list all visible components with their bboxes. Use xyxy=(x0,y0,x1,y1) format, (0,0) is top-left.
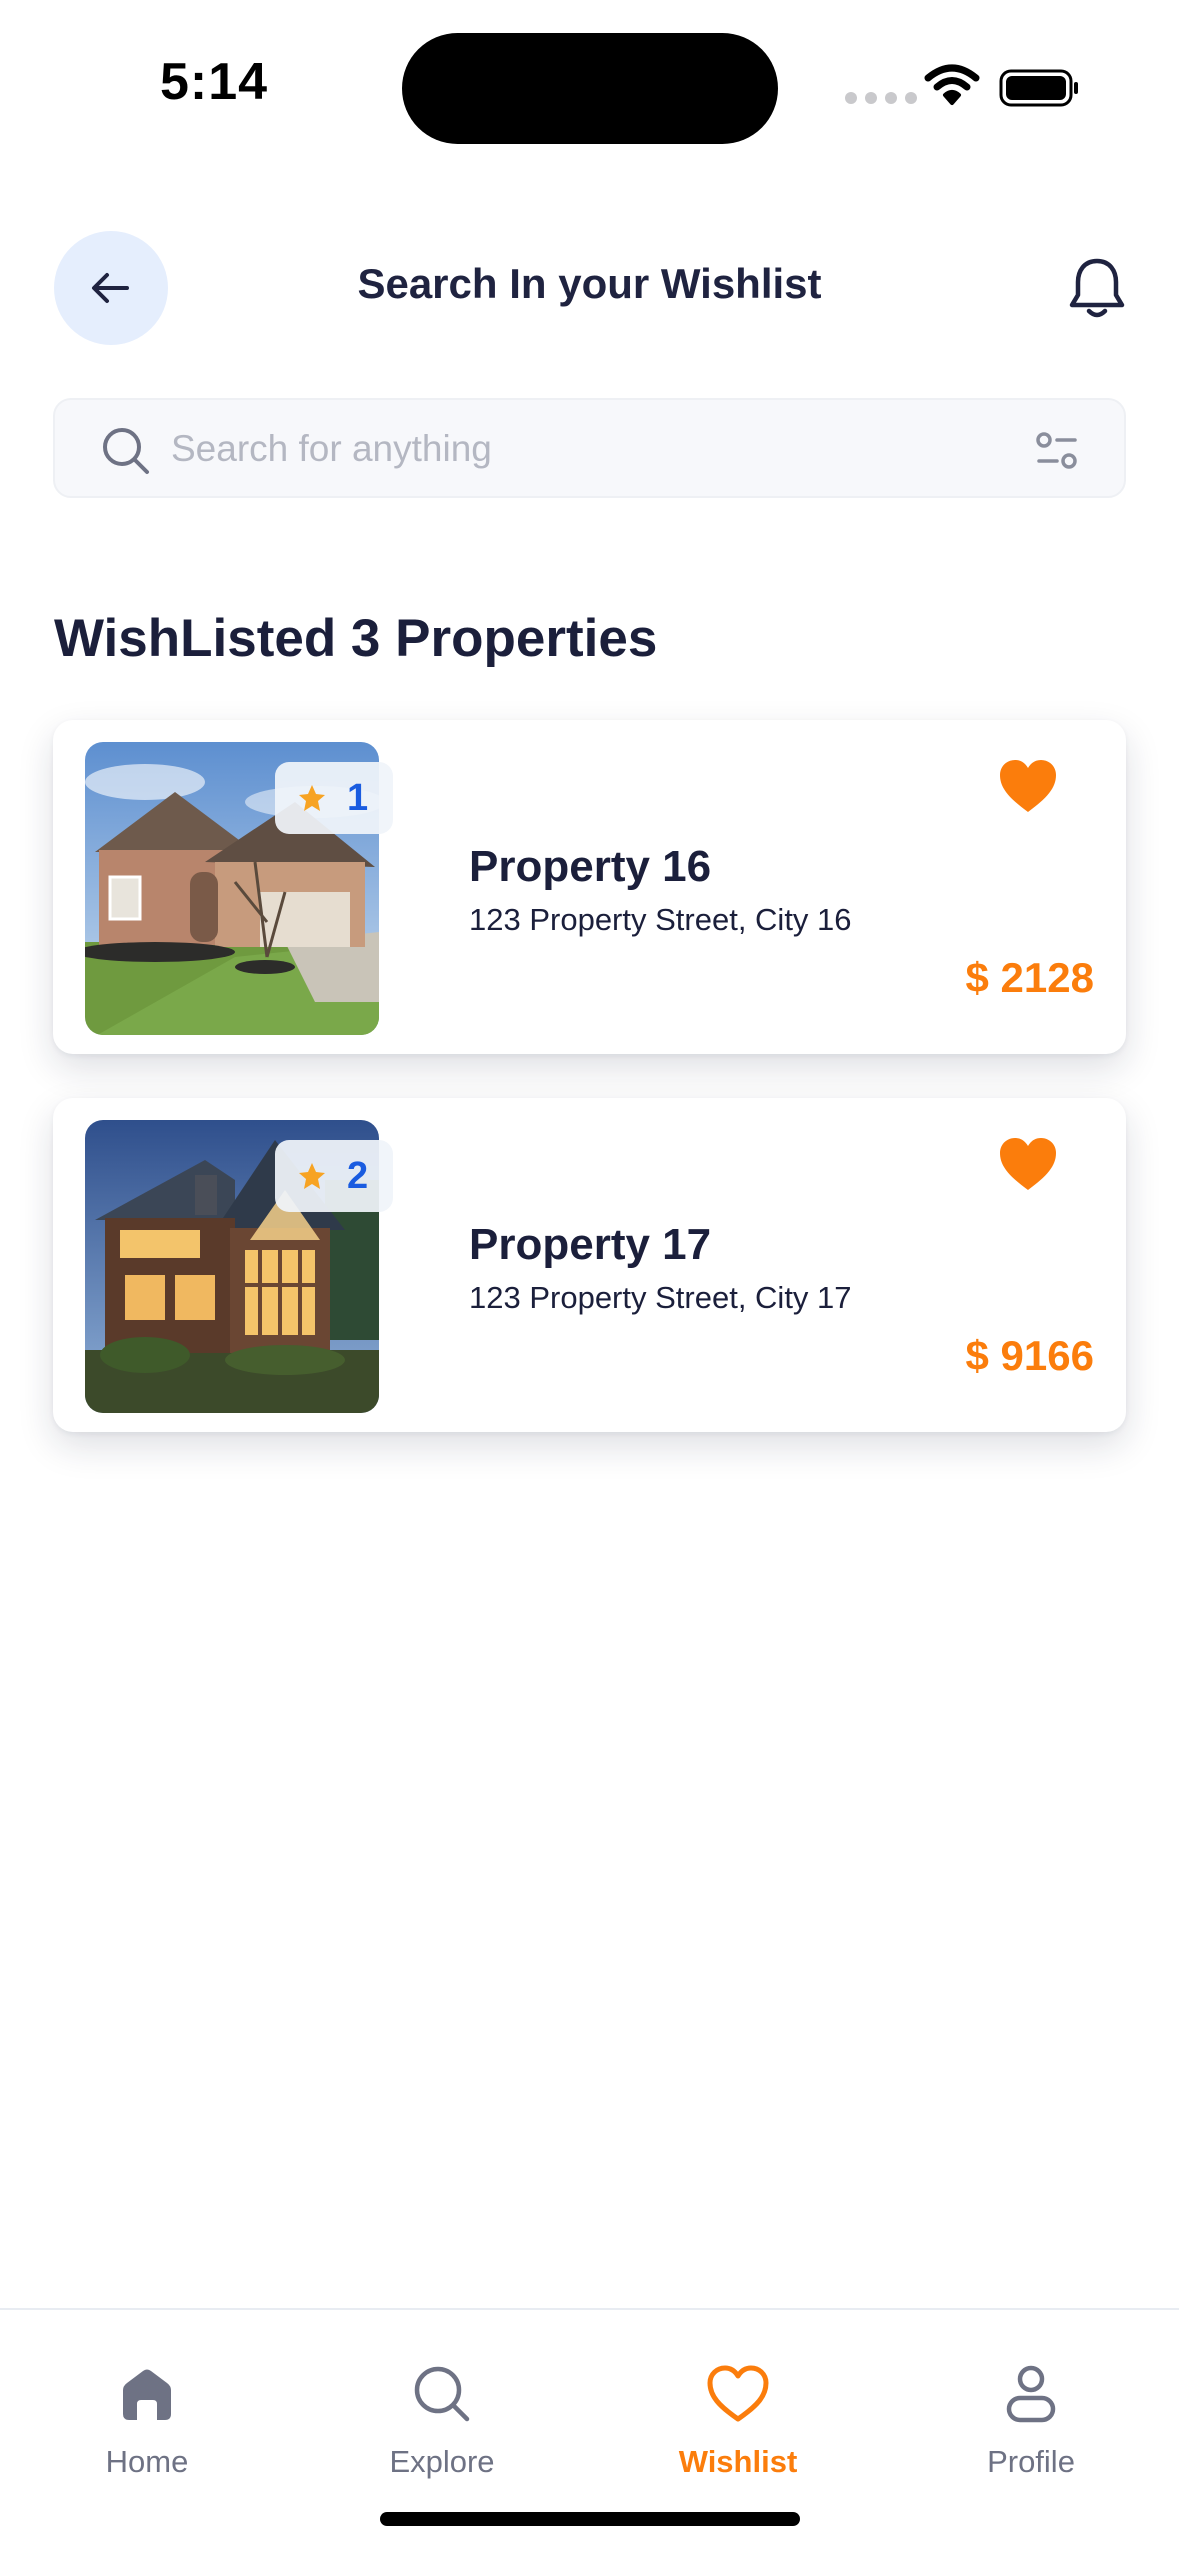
property-name: Property 16 xyxy=(469,842,712,891)
tab-label: Wishlist xyxy=(678,2444,798,2479)
tab-wishlist[interactable]: Wishlist xyxy=(648,2358,828,2480)
property-card[interactable]: 1 Property 16 123 Property Street, City … xyxy=(53,720,1126,1054)
filter-sliders-icon[interactable] xyxy=(1035,430,1079,472)
user-icon xyxy=(1006,2365,1056,2423)
property-card[interactable]: 2 Property 17 123 Property Street, City … xyxy=(53,1098,1126,1432)
section-title: WishListed 3 Properties xyxy=(54,609,658,668)
heart-icon xyxy=(707,2365,769,2422)
bell-icon[interactable] xyxy=(1066,255,1128,321)
property-name: Property 17 xyxy=(469,1220,712,1269)
property-price: $ 2128 xyxy=(965,954,1094,1001)
star-icon xyxy=(299,785,325,811)
heart-icon[interactable] xyxy=(997,1136,1059,1192)
heart-icon[interactable] xyxy=(997,758,1059,814)
home-indicator xyxy=(380,2512,800,2526)
dynamic-island xyxy=(402,33,778,144)
property-address: 123 Property Street, City 16 xyxy=(469,902,852,937)
rating-value: 2 xyxy=(347,1154,369,1197)
tab-home[interactable]: Home xyxy=(57,2358,237,2480)
rating-badge: 2 xyxy=(275,1140,393,1212)
tab-label: Profile xyxy=(987,2444,1075,2479)
star-icon xyxy=(299,1163,325,1189)
search-icon xyxy=(414,2366,470,2422)
cellular-signal-icon xyxy=(845,92,917,104)
home-icon xyxy=(123,2369,171,2420)
rating-value: 1 xyxy=(347,776,369,819)
tab-label: Explore xyxy=(389,2444,495,2479)
search-input[interactable] xyxy=(171,420,971,478)
property-price: $ 9166 xyxy=(965,1332,1094,1379)
tab-explore[interactable]: Explore xyxy=(352,2358,532,2480)
tab-label: Home xyxy=(105,2444,189,2479)
search-icon xyxy=(103,428,149,474)
tab-profile[interactable]: Profile xyxy=(941,2358,1121,2480)
property-address: 123 Property Street, City 17 xyxy=(469,1280,852,1315)
page-title: Search In your Wishlist xyxy=(357,260,822,307)
battery-icon xyxy=(999,69,1078,107)
status-time: 5:14 xyxy=(160,53,269,111)
search-bar[interactable] xyxy=(53,398,1126,498)
wifi-icon xyxy=(924,64,980,105)
rating-badge: 1 xyxy=(275,762,393,834)
wishlist-screen: 5:14 Search In your Wishlist Search for … xyxy=(0,0,1179,2556)
